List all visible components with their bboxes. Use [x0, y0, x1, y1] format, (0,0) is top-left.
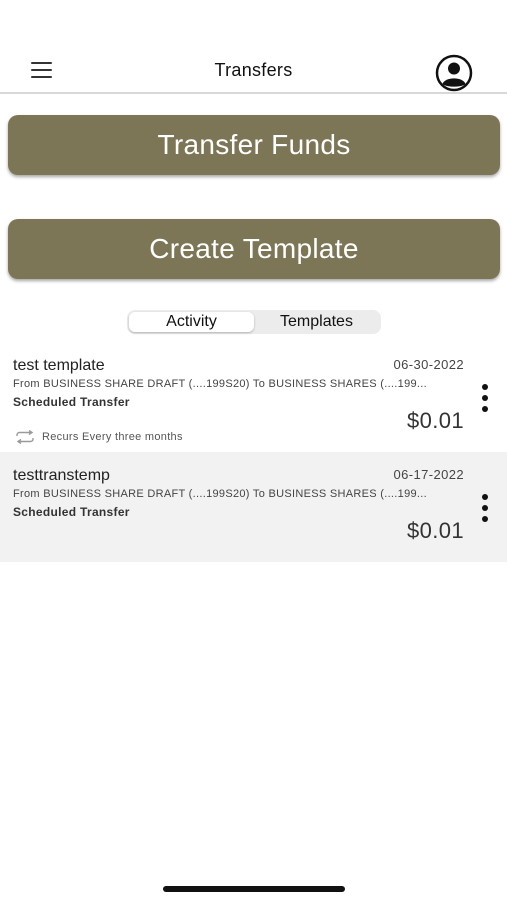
- list-item[interactable]: testtranstemp 06-17-2022 From BUSINESS S…: [0, 452, 507, 562]
- vertical-ellipsis-icon[interactable]: [477, 494, 493, 522]
- user-profile-icon[interactable]: [434, 53, 474, 93]
- transfer-type: Scheduled Transfer: [13, 505, 130, 519]
- transfer-amount: $0.01: [406, 408, 464, 433]
- transfer-name: testtranstemp: [13, 467, 110, 484]
- transfer-description: From BUSINESS SHARE DRAFT (....199S20) T…: [13, 378, 427, 390]
- transfer-name: test template: [13, 357, 105, 374]
- app-header: Transfers: [0, 44, 507, 94]
- transfer-type: Scheduled Transfer: [13, 395, 130, 409]
- recurrence-info: Recurs Every three months: [14, 430, 183, 444]
- create-template-button[interactable]: Create Template: [8, 219, 500, 279]
- home-indicator[interactable]: [163, 886, 345, 892]
- page-title: Transfers: [214, 60, 293, 80]
- transfer-description: From BUSINESS SHARE DRAFT (....199S20) T…: [13, 488, 427, 500]
- transfer-funds-button[interactable]: Transfer Funds: [8, 115, 500, 175]
- tab-activity[interactable]: Activity: [129, 312, 254, 332]
- transfer-date: 06-17-2022: [393, 467, 464, 482]
- transfers-screen: Transfers Transfer Funds Create Template…: [0, 0, 507, 900]
- vertical-ellipsis-icon[interactable]: [477, 384, 493, 412]
- list-item[interactable]: test template 06-30-2022 From BUSINESS S…: [0, 342, 507, 452]
- transfer-amount: $0.01: [406, 518, 464, 543]
- transfer-list: test template 06-30-2022 From BUSINESS S…: [0, 342, 507, 562]
- recurrence-text: Recurs Every three months: [42, 431, 183, 443]
- activity-templates-segment: Activity Templates: [127, 310, 381, 334]
- repeat-icon: [16, 430, 34, 444]
- transfer-date: 06-30-2022: [393, 357, 464, 372]
- tab-templates[interactable]: Templates: [254, 312, 379, 332]
